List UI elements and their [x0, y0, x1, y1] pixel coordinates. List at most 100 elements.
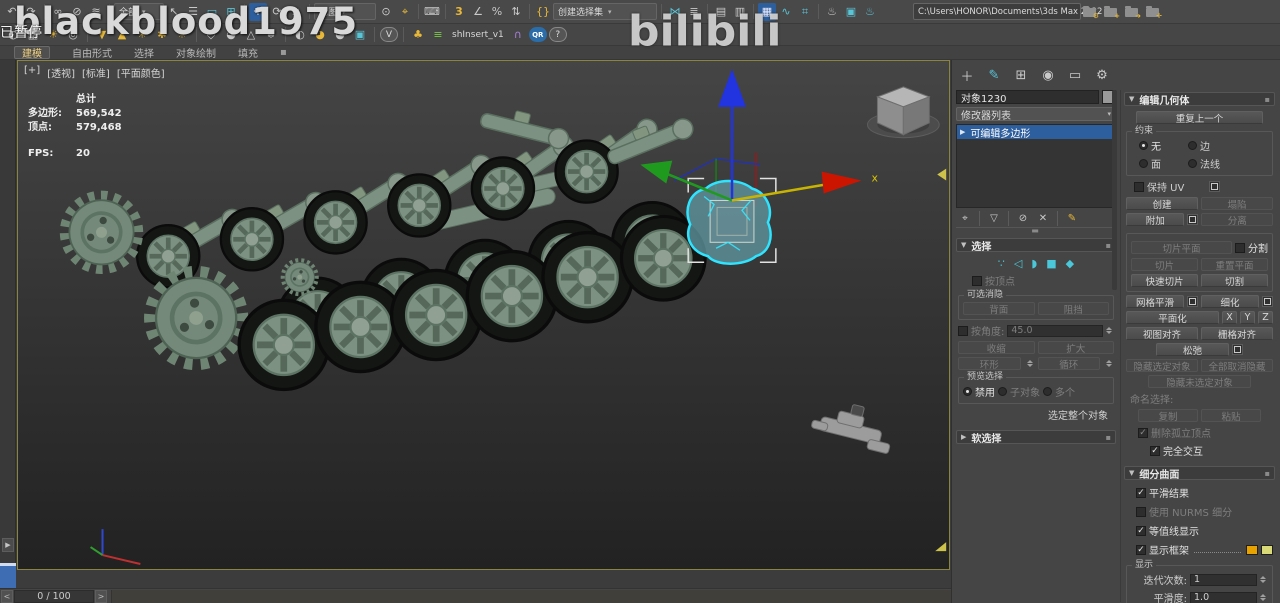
select-move-icon[interactable]: ✛ — [249, 2, 267, 21]
quickslice-button[interactable]: 快速切片 — [1131, 274, 1198, 287]
pin-icon[interactable]: ▪ — [1106, 433, 1111, 442]
snap-3d-icon[interactable]: 3 — [450, 3, 468, 21]
rollout-scrollbar[interactable] — [1112, 90, 1117, 290]
object-name-field[interactable]: 对象1230 — [956, 90, 1099, 105]
tessellate-button[interactable]: 细化 — [1201, 295, 1259, 308]
angle-snap-icon[interactable]: ∠ — [469, 3, 487, 21]
current-frame-field[interactable]: 0 / 100 — [14, 589, 94, 603]
track-bar[interactable] — [111, 589, 951, 603]
perspective-viewport[interactable]: x [+] [透视] [标准] [平面颜色] 总计 多边形: 569,542 顶… — [17, 60, 950, 570]
forest-icon[interactable]: ♣ — [409, 26, 427, 43]
by-vertex-checkbox[interactable] — [972, 275, 982, 286]
qr-icon[interactable]: QR — [528, 27, 547, 42]
expand-tray-button[interactable]: ▶ — [2, 538, 14, 552]
light-bulb-icon[interactable]: ☀ — [44, 26, 62, 43]
isoline-display-checkbox[interactable] — [1136, 525, 1146, 536]
next-frame-button[interactable]: > — [95, 589, 107, 603]
utilities-tab-icon[interactable]: ⚙ — [1093, 66, 1111, 84]
occluded-button[interactable]: 阻挡 — [1037, 302, 1109, 315]
named-selection-set-dropdown[interactable]: 创建选择集 ▾ — [553, 3, 657, 20]
pyramid-icon[interactable]: △ — [242, 26, 260, 43]
border-subobject-icon[interactable]: ◗ — [1031, 257, 1037, 270]
pie-icon[interactable]: ◕ — [222, 26, 240, 43]
ring-spinner[interactable] — [1024, 357, 1035, 370]
soft-selection-rollout-header[interactable]: ▶ 软选择 ▪ — [956, 430, 1116, 445]
split-checkbox[interactable] — [1235, 242, 1245, 253]
full-interactivity-checkbox[interactable] — [1150, 445, 1160, 456]
folder-pick-icon[interactable]: ✛ — [1145, 5, 1162, 20]
color-dots-icon[interactable]: ◕ — [311, 26, 329, 43]
palette-icon[interactable]: ◕ — [331, 26, 349, 43]
layer-explorer-icon[interactable]: ▥ — [731, 3, 749, 21]
preview-multi-radio[interactable] — [1043, 387, 1052, 396]
select-scale-icon[interactable]: ⊿ — [287, 3, 305, 21]
vertex-subobject-icon[interactable]: ∵ — [998, 257, 1005, 270]
select-by-name-icon[interactable]: ☰ — [184, 3, 202, 21]
omni-light-icon[interactable]: ☀ — [133, 26, 151, 43]
remove-modifier-icon[interactable]: ✕ — [1034, 211, 1052, 225]
mirror-icon[interactable]: ⋈ — [666, 3, 684, 21]
material-editor-icon[interactable]: ◐ — [4, 26, 22, 43]
select-manipulate-icon[interactable]: ⌖ — [396, 3, 414, 21]
folder-arrow-icon[interactable]: ➜ — [1124, 5, 1141, 20]
repeat-last-button[interactable]: 重复上一个 — [1136, 111, 1263, 124]
hide-selected-button[interactable]: 隐藏选定对象 — [1126, 359, 1198, 372]
edge-subobject-icon[interactable]: ◁ — [1014, 257, 1022, 270]
view-align-button[interactable]: 视图对齐 — [1126, 327, 1198, 340]
curve-editor-icon[interactable]: ∿ — [777, 3, 795, 21]
folder-add-icon[interactable]: + — [1103, 5, 1120, 20]
element-subobject-icon[interactable]: ◆ — [1066, 257, 1074, 270]
sun-icon[interactable]: ✱ — [153, 26, 171, 43]
cage-color-swatch[interactable] — [1246, 544, 1258, 555]
make-planar-button[interactable]: 平面化 — [1126, 311, 1219, 324]
stack-item-editable-poly[interactable]: ▶ 可编辑多边形 — [957, 125, 1115, 140]
render-production-icon[interactable]: ♨ — [861, 3, 879, 21]
rendered-frame-icon[interactable]: ▣ — [842, 3, 860, 21]
display-smoothness-spinner[interactable]: 1.0 — [1190, 591, 1268, 603]
make-unique-icon[interactable]: ⊘ — [1014, 211, 1032, 225]
slice-plane-button[interactable]: 切片平面 — [1131, 241, 1232, 254]
vray-icon[interactable]: V — [380, 27, 398, 42]
select-object-icon[interactable]: ↖ — [165, 3, 183, 21]
preserve-uv-checkbox[interactable] — [1134, 181, 1144, 192]
schematic-view-icon[interactable]: ⌗ — [796, 3, 814, 21]
reset-plane-button[interactable]: 重置平面 — [1201, 258, 1268, 271]
slice-button[interactable]: 切片 — [1131, 258, 1198, 271]
show-end-result-icon[interactable]: ▽ — [985, 211, 1003, 225]
edit-geometry-rollout-header[interactable]: ▼ 编辑几何体 ▪ — [1124, 92, 1275, 107]
tessellate-settings-icon[interactable] — [1262, 296, 1273, 307]
grid-align-button[interactable]: 栅格对齐 — [1201, 327, 1273, 340]
daylight-icon[interactable]: ☼ — [173, 26, 191, 43]
preserve-uv-settings-icon[interactable] — [1209, 181, 1221, 192]
display-tab-icon[interactable]: ▭ — [1066, 66, 1084, 84]
cut-button[interactable]: 切割 — [1201, 274, 1268, 287]
viewport-shading-label[interactable]: [平面颜色] — [117, 65, 165, 80]
target-light-icon[interactable]: ▲ — [113, 26, 131, 43]
hide-unselected-button[interactable]: 隐藏未选定对象 — [1148, 375, 1251, 388]
align-icon[interactable]: ≣ — [685, 3, 703, 21]
display-iterations-spinner[interactable]: 1 — [1190, 573, 1268, 586]
material-sphere-icon[interactable]: ◐ — [291, 26, 309, 43]
selection-filter-dropdown[interactable]: 全部 ▾ — [114, 3, 164, 20]
slate-material-icon[interactable]: ▦ — [24, 26, 42, 43]
by-angle-checkbox[interactable] — [958, 325, 968, 336]
angle-spinner[interactable]: 45.0 — [1007, 324, 1114, 337]
planar-x-button[interactable]: X — [1222, 311, 1237, 324]
ring-button[interactable]: 环形 — [958, 357, 1021, 370]
collapse-button[interactable]: 塌陷 — [1201, 197, 1273, 210]
constraint-none-radio[interactable] — [1139, 141, 1148, 150]
undo-icon[interactable]: ↶ — [3, 3, 21, 21]
planar-y-button[interactable]: Y — [1240, 311, 1255, 324]
unhide-all-button[interactable]: 全部取消隐藏 — [1201, 359, 1273, 372]
backface-button[interactable]: 背面 — [963, 302, 1035, 315]
attach-settings-icon[interactable] — [1187, 214, 1199, 225]
pin-icon[interactable]: ▪ — [1106, 241, 1111, 250]
loop-button[interactable]: 循环 — [1037, 357, 1100, 370]
link-icon[interactable]: ∞ — [49, 3, 67, 21]
edit-named-sets-icon[interactable]: {} — [534, 3, 552, 21]
msmooth-button[interactable]: 网格平滑 — [1126, 295, 1184, 308]
display-box-icon[interactable]: ▣ — [351, 26, 369, 43]
constraint-normal-radio[interactable] — [1188, 159, 1197, 168]
polyhedron-icon[interactable]: ◇ — [202, 26, 220, 43]
smooth-result-checkbox[interactable] — [1136, 487, 1146, 498]
